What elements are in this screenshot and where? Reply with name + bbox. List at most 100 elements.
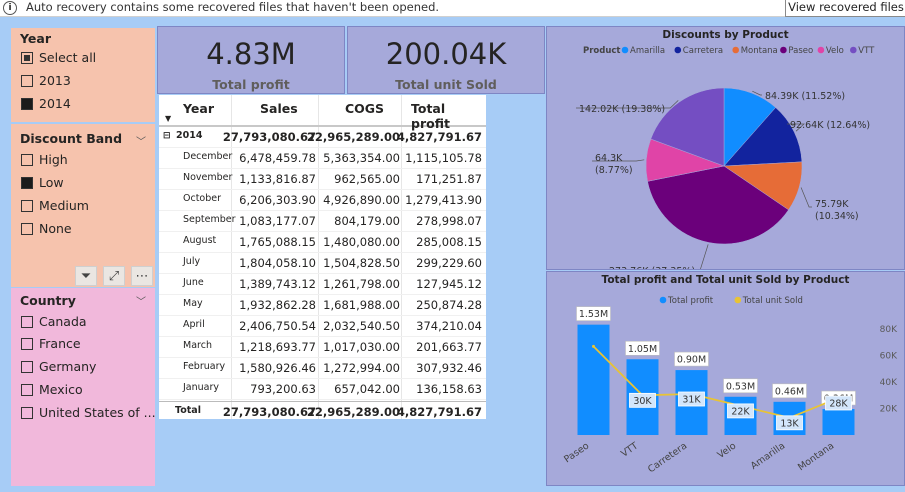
- legend-marker: [659, 296, 667, 304]
- row-label: September: [183, 214, 236, 225]
- matrix-month-row[interactable]: July 1,804,058.10 1,504,828.50 299,229.60: [159, 253, 486, 274]
- matrix-month-row[interactable]: August 1,765,088.15 1,480,080.00 285,008.15: [159, 232, 486, 253]
- matrix-month-row[interactable]: February 1,580,926.46 1,272,994.00 307,932.…: [159, 358, 486, 379]
- profit-cell: 307,932.46: [416, 361, 482, 375]
- legend-item: Carretera: [683, 46, 723, 56]
- year-slicer: Year Select all 2013 2014: [11, 28, 155, 122]
- y2-tick-label: 60K: [880, 352, 898, 362]
- legend-marker: [734, 296, 742, 304]
- sales-cell: 1,580,926.46: [239, 361, 316, 375]
- line-data-label: 13K: [780, 418, 799, 429]
- matrix-month-row[interactable]: December 6,478,459.78 5,363,354.00 1,115,10…: [159, 148, 486, 169]
- sales-cell: 1,804,058.10: [239, 256, 316, 270]
- cogs-cell: 1,017,030.00: [323, 340, 400, 354]
- checkbox[interactable]: [21, 98, 33, 110]
- kpi-value: 200.04K: [385, 37, 507, 71]
- legend-marker: [817, 46, 825, 54]
- header-year[interactable]: Year: [183, 101, 214, 116]
- checkbox[interactable]: [21, 200, 33, 212]
- view-recovered-files-button[interactable]: View recovered files: [785, 0, 905, 17]
- row-label: November: [183, 172, 233, 183]
- sales-cell: 27,793,080.67: [222, 405, 316, 419]
- matrix-month-row[interactable]: April 2,406,750.54 2,032,540.50 374,210.04: [159, 316, 486, 337]
- sort-descending-icon[interactable]: ▼: [165, 114, 171, 123]
- matrix-month-row[interactable]: March 1,218,693.77 1,017,030.00 201,663.77: [159, 337, 486, 358]
- visual-header-toolbar: ⏷ ⤢ ⋯: [75, 266, 155, 288]
- chevron-down-icon[interactable]: ﹀: [136, 133, 146, 148]
- legend-marker: [674, 46, 682, 54]
- bar-data-label: 0.46M: [775, 386, 804, 397]
- matrix-year-row[interactable]: ⊟ 2014 27,793,080.67 22,965,289.00 4,827,791…: [159, 127, 486, 148]
- checkbox[interactable]: [21, 75, 33, 87]
- data-label: 142.02K (19.38%): [579, 104, 665, 115]
- matrix-header: Year ▼ Sales COGS Total profit: [159, 95, 486, 131]
- legend-item: Montana: [741, 46, 778, 56]
- year-slicer-title: Year: [20, 31, 51, 46]
- cogs-cell: 1,504,828.50: [323, 256, 400, 270]
- header-sales[interactable]: Sales: [260, 101, 298, 116]
- legend-marker: [780, 46, 787, 54]
- x-tick-label: Carretera: [646, 440, 689, 475]
- row-label: May: [183, 298, 203, 309]
- cogs-cell: 22,965,289.00: [306, 130, 400, 144]
- data-label: (8.77%): [595, 165, 633, 176]
- matrix-month-row[interactable]: June 1,389,743.12 1,261,798.00 127,945.12: [159, 274, 486, 295]
- country-slicer-title: Country: [20, 293, 76, 308]
- cogs-cell: 1,272,994.00: [323, 361, 400, 375]
- legend-item: Total profit: [667, 296, 714, 306]
- legend-item: Paseo: [788, 46, 813, 56]
- line-point: [592, 344, 595, 348]
- legend-item: Total unit Sold: [742, 296, 803, 306]
- profit-units-by-product-chart: Total profit and Total unit Sold by Prod…: [546, 271, 905, 486]
- sales-cell: 1,083,177.07: [239, 214, 316, 228]
- combo-chart-svg: Total profit Total unit Sold 80K 60K 40K 20K 1…: [562, 296, 898, 475]
- line-data-label: 30K: [633, 396, 652, 407]
- header-cogs[interactable]: COGS: [345, 101, 384, 116]
- data-label: 64.3K: [595, 153, 623, 164]
- row-label: October: [183, 193, 222, 204]
- total-profit-card: 4.83M Total profit: [157, 26, 345, 94]
- matrix-total-row[interactable]: Total 27,793,080.67 22,965,289.00 4,827,791…: [159, 401, 486, 422]
- x-tick-label: Velo: [715, 440, 738, 461]
- matrix-month-row[interactable]: September 1,083,177.07 804,179.00 278,998.0…: [159, 211, 486, 232]
- checkbox[interactable]: [21, 177, 33, 189]
- line-data-label: 22K: [731, 406, 750, 417]
- cogs-cell: 4,926,890.00: [323, 193, 400, 207]
- discounts-by-product-chart: Discounts by Product Product Amarilla Carr…: [546, 26, 905, 270]
- row-label: June: [183, 277, 204, 288]
- more-options-icon[interactable]: ⋯: [131, 266, 153, 286]
- legend-item: VTT: [858, 46, 875, 56]
- collapse-icon[interactable]: ⊟: [163, 131, 171, 141]
- total-unit-sold-card: 200.04K Total unit Sold: [347, 26, 545, 94]
- matrix-month-row[interactable]: January 793,200.63 657,042.00 136,158.63: [159, 379, 486, 400]
- focus-mode-icon[interactable]: ⤢: [103, 266, 125, 286]
- cogs-cell: 1,480,080.00: [323, 235, 400, 249]
- matrix-month-row[interactable]: May 1,932,862.28 1,681,988.00 250,874.28: [159, 295, 486, 316]
- checkbox[interactable]: [21, 154, 33, 166]
- sales-cell: 2,406,750.54: [239, 319, 316, 333]
- checkbox[interactable]: [21, 407, 33, 419]
- row-label: January: [183, 382, 220, 393]
- filter-icon[interactable]: ⏷: [75, 266, 97, 286]
- country-slicer: Country ﹀ Canada France Germany Mexico U…: [11, 288, 156, 486]
- kpi-caption: Total profit: [212, 77, 290, 92]
- sales-cell: 1,133,816.87: [239, 172, 316, 186]
- data-label: 273.76K (37.35%): [609, 266, 695, 269]
- profit-cell: 136,158.63: [416, 382, 482, 396]
- checkbox[interactable]: [21, 384, 33, 396]
- matrix-month-row[interactable]: November 1,133,816.87 962,565.00 171,251.87: [159, 169, 486, 190]
- checkbox[interactable]: [21, 223, 33, 235]
- chevron-down-icon[interactable]: ﹀: [136, 293, 146, 308]
- data-label: 75.79K: [815, 199, 849, 210]
- row-label: April: [183, 319, 205, 330]
- y2-tick-label: 40K: [880, 378, 898, 388]
- profit-cell: 201,663.77: [416, 340, 482, 354]
- checkbox[interactable]: [21, 338, 33, 350]
- chart-title: Total profit and Total unit Sold by Prod…: [601, 274, 850, 286]
- checkbox[interactable]: [21, 316, 33, 328]
- checkbox[interactable]: [21, 52, 33, 64]
- matrix-month-row[interactable]: October 6,206,303.90 4,926,890.00 1,279,413…: [159, 190, 486, 211]
- checkbox[interactable]: [21, 361, 33, 373]
- line-data-label: 31K: [682, 395, 701, 406]
- bar-data-label: 0.90M: [677, 355, 706, 366]
